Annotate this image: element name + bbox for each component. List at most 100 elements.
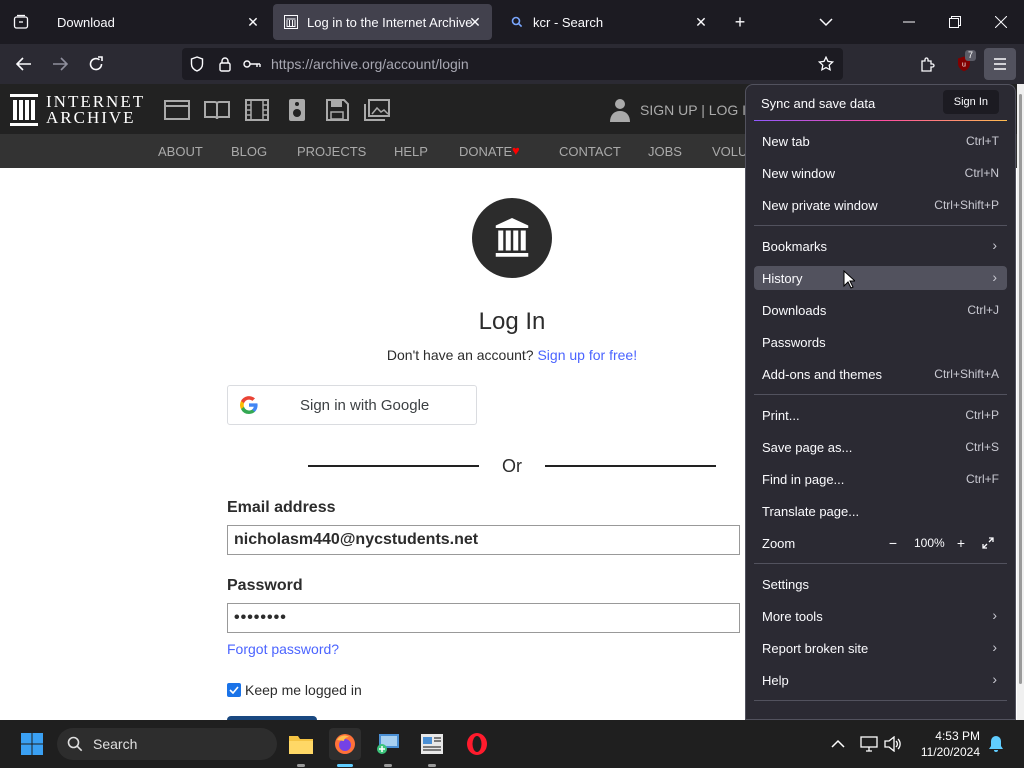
- images-picture-icon[interactable]: [364, 99, 390, 121]
- signup-link[interactable]: Sign up for free!: [537, 347, 637, 363]
- list-all-tabs-chevron-icon[interactable]: [810, 4, 842, 40]
- email-label: Email address: [227, 499, 336, 516]
- archive-logo[interactable]: INTERNET ARCHIVE: [10, 93, 145, 126]
- opera-icon[interactable]: [461, 728, 493, 760]
- audio-speaker-icon[interactable]: [284, 99, 310, 121]
- menu-item-history[interactable]: History ›: [754, 266, 1007, 290]
- menu-item-new-private-window[interactable]: New private window Ctrl+Shift+P: [754, 193, 1007, 217]
- reload-icon[interactable]: [80, 48, 112, 80]
- nav-help[interactable]: HELP: [394, 144, 428, 159]
- menu-item-help[interactable]: Help ›: [754, 668, 1007, 692]
- forward-arrow-icon[interactable]: [44, 48, 76, 80]
- tracking-protection-shield-icon[interactable]: [188, 55, 206, 73]
- close-tab-icon[interactable]: ✕: [244, 13, 262, 31]
- system-clock[interactable]: 4:53 PM 11/20/2024: [900, 728, 980, 760]
- sign-in-button[interactable]: Sign In: [942, 90, 999, 114]
- notification-bell-icon[interactable]: [988, 735, 1004, 753]
- tab-download[interactable]: Download ✕: [44, 4, 270, 40]
- taskbar-search-label: Search: [93, 736, 138, 752]
- menu-item-print[interactable]: Print... Ctrl+P: [754, 403, 1007, 427]
- menu-item-new-window[interactable]: New window Ctrl+N: [754, 161, 1007, 185]
- nav-blog[interactable]: BLOG: [231, 144, 267, 159]
- auth-links-text[interactable]: SIGN UP | LOG IN: [640, 102, 756, 118]
- menu-item-label: Passwords: [762, 335, 826, 350]
- clock-date: 11/20/2024: [920, 745, 980, 759]
- clock-time: 4:53 PM: [935, 729, 980, 743]
- remote-desktop-icon[interactable]: [372, 728, 404, 760]
- url-bar[interactable]: https://archive.org/account/login: [182, 48, 843, 80]
- fullscreen-expand-icon[interactable]: [978, 533, 998, 553]
- texts-book-icon[interactable]: [204, 99, 230, 121]
- page-scrollbar[interactable]: [1017, 84, 1024, 720]
- keep-logged-in-row[interactable]: Keep me logged in: [227, 682, 362, 698]
- ublock-extension-icon[interactable]: u 7: [948, 48, 980, 80]
- tab-title: Download: [57, 14, 115, 30]
- zoom-in-plus-icon[interactable]: +: [951, 533, 971, 553]
- menu-item-more-tools[interactable]: More tools ›: [754, 604, 1007, 628]
- video-film-icon[interactable]: [244, 99, 270, 121]
- running-indicator: [428, 764, 436, 767]
- minimize-window-icon[interactable]: [886, 0, 932, 44]
- tab-title: Log in to the Internet Archive: [307, 14, 473, 30]
- menu-item-new-tab[interactable]: New tab Ctrl+T: [754, 129, 1007, 153]
- menu-item-save-page[interactable]: Save page as... Ctrl+S: [754, 435, 1007, 459]
- password-field[interactable]: ••••••••: [227, 603, 740, 633]
- scrollbar-thumb[interactable]: [1019, 94, 1022, 684]
- mouse-cursor-icon: [843, 270, 855, 289]
- firefox-icon[interactable]: [329, 728, 361, 760]
- nav-donate[interactable]: DONATE: [459, 144, 512, 159]
- zoom-level[interactable]: 100%: [914, 536, 945, 550]
- taskbar-search-box[interactable]: Search: [57, 728, 277, 760]
- menu-item-shortcut: Ctrl+T: [966, 134, 999, 148]
- close-tab-icon[interactable]: ✕: [466, 13, 484, 31]
- menu-item-translate-page[interactable]: Translate page...: [754, 499, 1007, 523]
- bookmark-star-icon[interactable]: [817, 55, 835, 73]
- search-icon: [67, 736, 83, 752]
- network-icon[interactable]: [860, 736, 878, 752]
- file-explorer-icon[interactable]: [285, 728, 317, 760]
- tab-internet-archive-login[interactable]: Log in to the Internet Archive ✕: [273, 4, 492, 40]
- sign-in-with-google-button[interactable]: Sign in with Google: [227, 385, 477, 425]
- show-hidden-icons-chevron-icon[interactable]: [831, 739, 845, 749]
- menu-item-report-broken-site[interactable]: Report broken site ›: [754, 636, 1007, 660]
- windows-start-icon[interactable]: [16, 728, 48, 760]
- keep-logged-in-checkbox[interactable]: [227, 683, 241, 697]
- news-app-icon[interactable]: [416, 728, 448, 760]
- running-indicator: [297, 764, 305, 767]
- lock-icon[interactable]: [216, 55, 234, 73]
- menu-item-bookmarks[interactable]: Bookmarks ›: [754, 234, 1007, 258]
- nav-volunteer[interactable]: VOLU: [712, 144, 747, 159]
- keep-logged-in-label: Keep me logged in: [245, 682, 362, 698]
- menu-item-addons-themes[interactable]: Add-ons and themes Ctrl+Shift+A: [754, 362, 1007, 386]
- menu-item-find-in-page[interactable]: Find in page... Ctrl+F: [754, 467, 1007, 491]
- close-window-icon[interactable]: [978, 0, 1024, 44]
- signup-login-links[interactable]: SIGN UP | LOG IN: [610, 98, 756, 122]
- key-icon[interactable]: [243, 55, 261, 73]
- new-tab-plus-icon[interactable]: +: [724, 4, 756, 40]
- menu-item-passwords[interactable]: Passwords: [754, 330, 1007, 354]
- menu-item-shortcut: Ctrl+J: [967, 303, 999, 317]
- nav-contact[interactable]: CONTACT: [559, 144, 621, 159]
- extensions-puzzle-icon[interactable]: [912, 48, 944, 80]
- restore-window-icon[interactable]: [932, 0, 978, 44]
- menu-item-downloads[interactable]: Downloads Ctrl+J: [754, 298, 1007, 322]
- menu-item-settings[interactable]: Settings: [754, 572, 1007, 596]
- web-archive-icon[interactable]: [164, 99, 190, 121]
- nav-projects[interactable]: PROJECTS: [297, 144, 366, 159]
- software-floppy-icon[interactable]: [324, 99, 350, 121]
- close-tab-icon[interactable]: ✕: [692, 13, 710, 31]
- sync-header: Sync and save data Sign In: [746, 85, 1015, 121]
- search-favicon-icon: [509, 14, 525, 30]
- url-text[interactable]: https://archive.org/account/login: [271, 56, 469, 72]
- back-arrow-icon[interactable]: [8, 48, 40, 80]
- windows-taskbar: Search 4:53 PM 11/20/2024: [0, 720, 1024, 768]
- tab-list-icon[interactable]: [0, 0, 42, 44]
- email-field[interactable]: nicholasm440@nycstudents.net: [227, 525, 740, 555]
- zoom-out-minus-icon[interactable]: −: [883, 533, 903, 553]
- nav-about[interactable]: ABOUT: [158, 144, 203, 159]
- app-menu-hamburger-icon[interactable]: [984, 48, 1016, 80]
- heart-icon: ♥: [512, 143, 520, 158]
- nav-jobs[interactable]: JOBS: [648, 144, 682, 159]
- forgot-password-link[interactable]: Forgot password?: [227, 641, 339, 657]
- tab-kcr-search[interactable]: kcr - Search ✕: [496, 4, 718, 40]
